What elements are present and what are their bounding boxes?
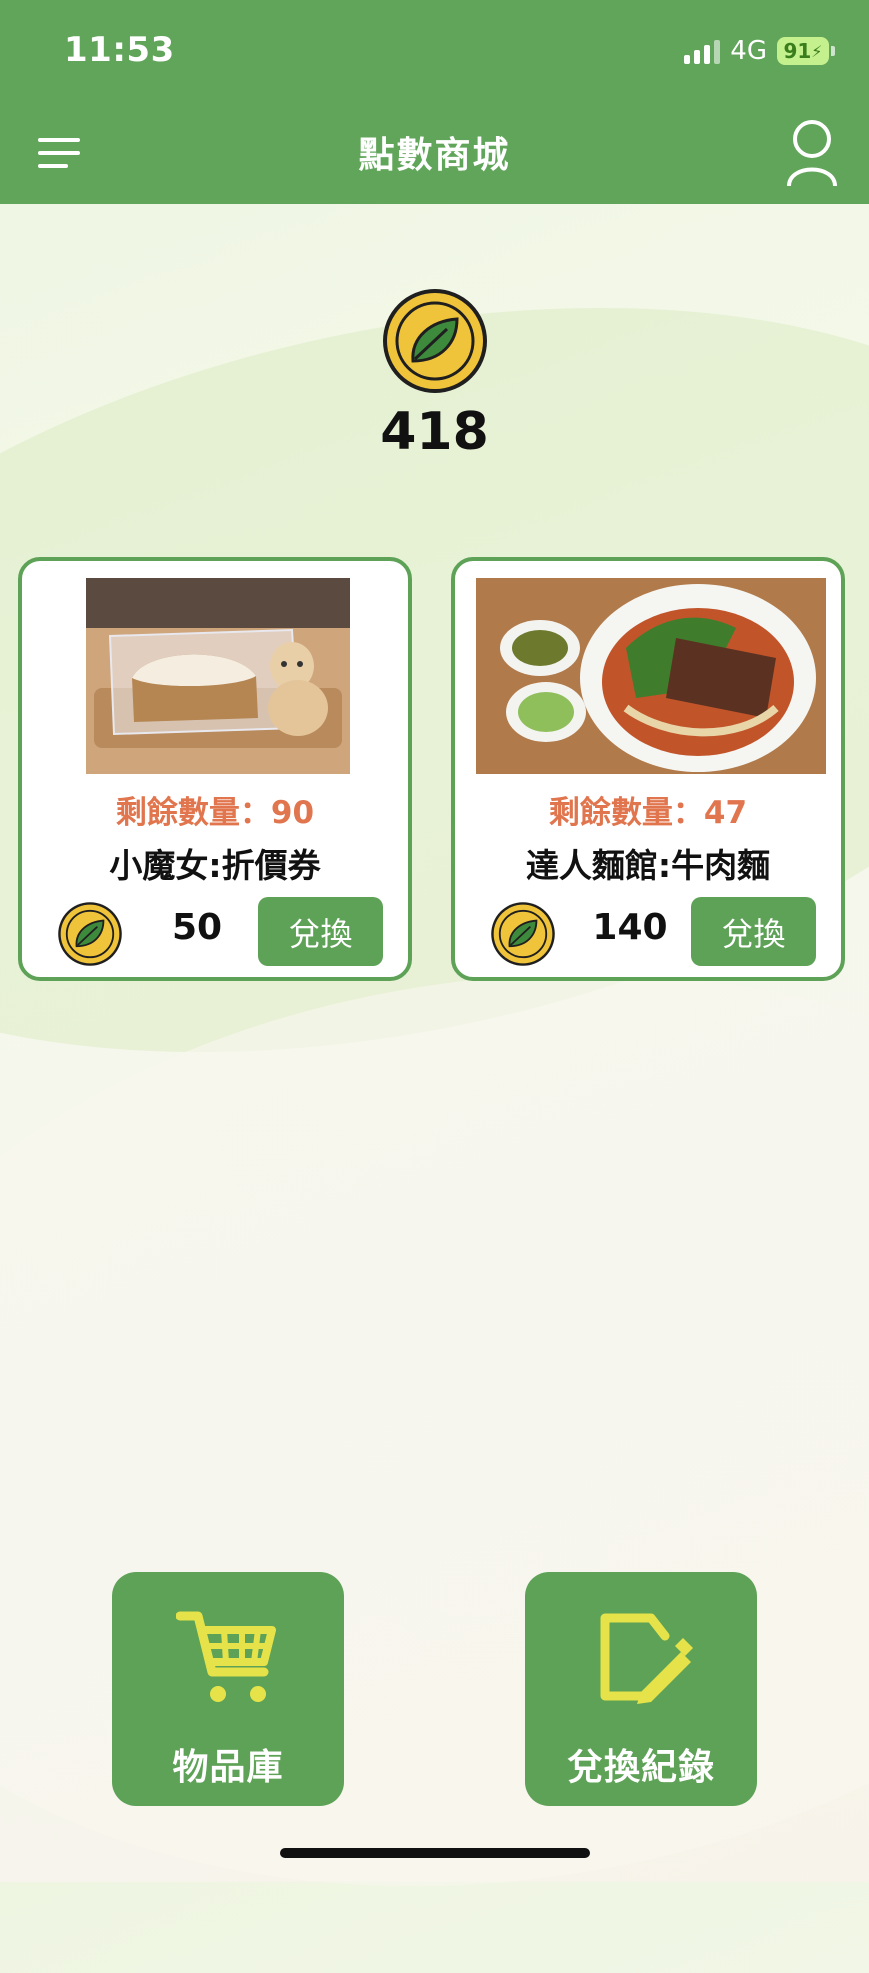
page-title: 點數商城 (358, 135, 511, 176)
redeem-history-label: 兌換紀錄 (566, 1747, 715, 1788)
points-balance: 418 (380, 402, 489, 462)
edit-document-icon (600, 1613, 693, 1704)
network-type: 4G (730, 36, 767, 66)
battery-level: 91 (783, 39, 812, 63)
coin-icon (58, 902, 122, 966)
redeem-button[interactable]: 兌換 (691, 897, 816, 966)
background-decoration (0, 886, 869, 1973)
product-card: 剩餘數量：47 達人麵館:牛肉麵 140 兌換 (451, 557, 845, 981)
product-name: 小魔女:折價券 (109, 846, 321, 885)
redeem-button[interactable]: 兌換 (258, 897, 383, 966)
inventory-button[interactable]: 物品庫 (112, 1572, 344, 1806)
remaining-quantity: 剩餘數量：90 (115, 795, 315, 831)
status-indicators: 4G 91 ⚡ (684, 34, 835, 68)
product-image-cake (86, 578, 350, 774)
signal-icon (684, 38, 721, 64)
product-price: 140 (592, 907, 668, 948)
inventory-label: 物品庫 (172, 1747, 284, 1788)
points-coin-icon (383, 289, 487, 393)
product-card: 剩餘數量：90 小魔女:折價券 50 兌換 (18, 557, 412, 981)
home-indicator[interactable] (280, 1848, 590, 1858)
product-image-noodles (476, 578, 826, 774)
redeem-history-button[interactable]: 兌換紀錄 (525, 1572, 757, 1806)
top-app-bar: 11:53 4G 91 ⚡ 點數商城 (0, 0, 869, 204)
user-profile-icon[interactable] (785, 118, 839, 188)
battery-icon: 91 ⚡ (777, 37, 835, 65)
product-price: 50 (171, 907, 223, 948)
shopping-cart-icon (176, 1611, 276, 1702)
status-time: 11:53 (64, 30, 175, 70)
remaining-quantity: 剩餘數量：47 (548, 795, 748, 831)
product-name: 達人麵館:牛肉麵 (525, 846, 771, 885)
coin-icon (491, 902, 555, 966)
